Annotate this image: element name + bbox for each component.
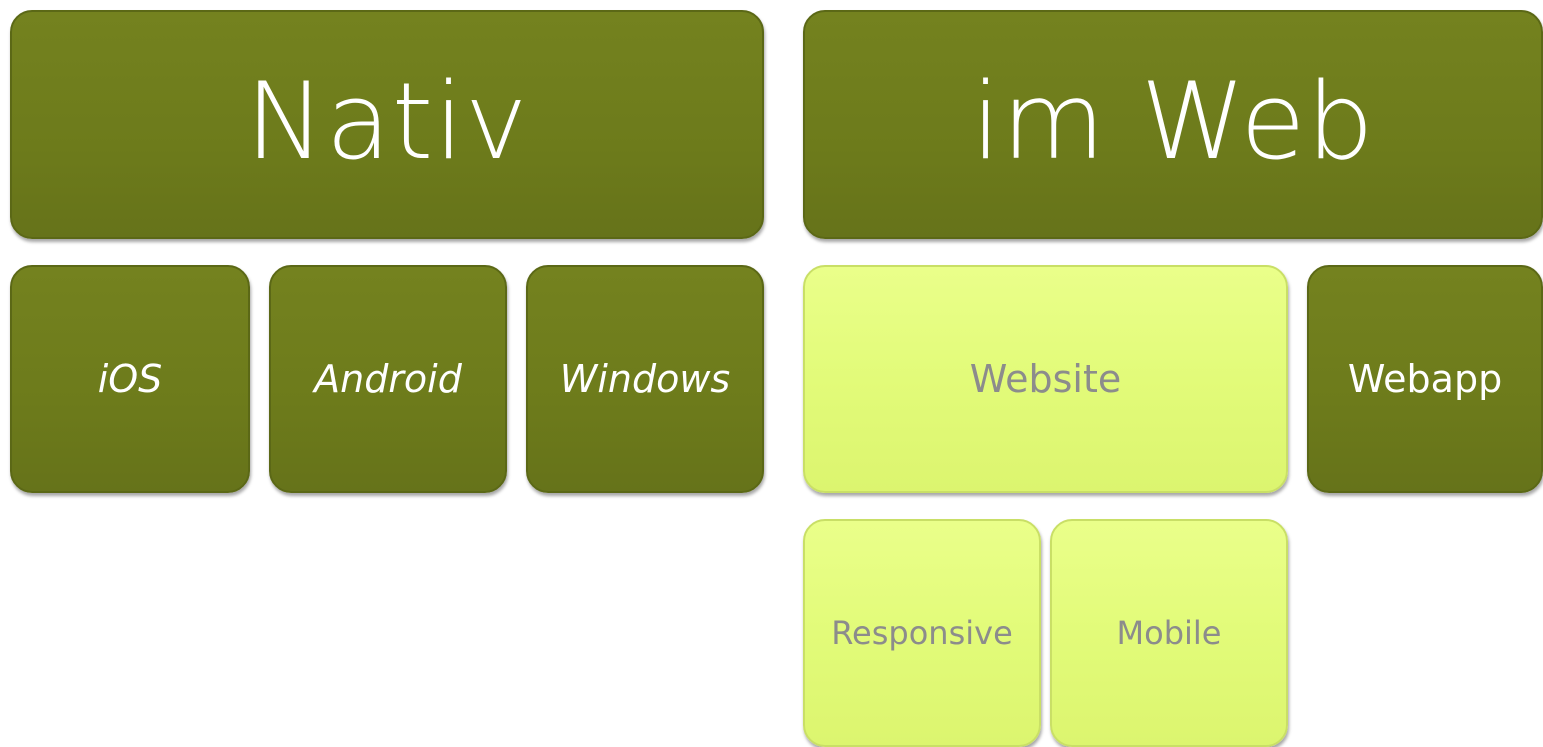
platform-label-android: Android: [314, 357, 462, 401]
webapp-label: Webapp: [1347, 357, 1503, 401]
platform-tile-windows: Windows: [526, 265, 764, 493]
webapp-tile: Webapp: [1307, 265, 1543, 493]
native-header-tile: Nativ: [10, 10, 764, 239]
platform-label-windows: Windows: [559, 357, 731, 401]
website-label: Website: [969, 357, 1122, 401]
platform-tile-android: Android: [269, 265, 507, 493]
website-variant-responsive: Responsive: [803, 519, 1041, 747]
platform-tile-ios: iOS: [10, 265, 250, 493]
website-variant-mobile: Mobile: [1050, 519, 1288, 747]
platform-label-ios: iOS: [97, 357, 163, 401]
website-tile: Website: [803, 265, 1288, 493]
variant-label-responsive: Responsive: [831, 614, 1013, 652]
web-header-tile: im Web: [803, 10, 1543, 239]
native-title: Nativ: [245, 60, 529, 183]
variant-label-mobile: Mobile: [1116, 614, 1222, 652]
web-title: im Web: [971, 60, 1375, 183]
